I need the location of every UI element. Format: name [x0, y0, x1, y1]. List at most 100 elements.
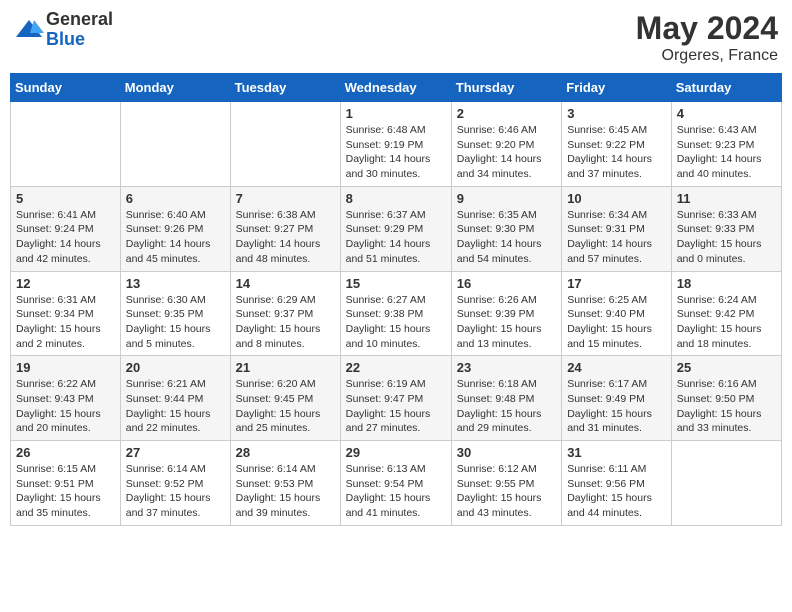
- calendar-cell: 18 Sunrise: 6:24 AM Sunset: 9:42 PM Dayli…: [671, 271, 781, 356]
- title-block: May 2024 Orgeres, France: [636, 10, 778, 65]
- calendar-cell: [230, 102, 340, 187]
- day-info: Sunrise: 6:25 AM Sunset: 9:40 PM Dayligh…: [567, 293, 666, 352]
- day-info: Sunrise: 6:18 AM Sunset: 9:48 PM Dayligh…: [457, 377, 556, 436]
- day-number: 23: [457, 360, 556, 375]
- calendar-cell: 26Sunrise: 6:15 AM Sunset: 9:51 PM Dayli…: [11, 441, 121, 526]
- calendar-cell: 10 Sunrise: 6:34 AM Sunset: 9:31 PM Dayli…: [562, 186, 672, 271]
- day-number: 7: [236, 191, 335, 206]
- calendar-cell: 20 Sunrise: 6:21 AM Sunset: 9:44 PM Dayli…: [120, 356, 230, 441]
- calendar-table: SundayMondayTuesdayWednesdayThursdayFrid…: [10, 73, 782, 526]
- calendar-cell: 4 Sunrise: 6:43 AM Sunset: 9:23 PM Daylig…: [671, 102, 781, 187]
- calendar-cell: 24Sunrise: 6:17 AM Sunset: 9:49 PM Dayli…: [562, 356, 672, 441]
- day-number: 5: [16, 191, 115, 206]
- day-number: 27: [126, 445, 225, 460]
- day-info: Sunrise: 6:19 AM Sunset: 9:47 PM Dayligh…: [346, 377, 446, 436]
- day-info: Sunrise: 6:30 AM Sunset: 9:35 PM Dayligh…: [126, 293, 225, 352]
- day-number: 24: [567, 360, 666, 375]
- day-info: Sunrise: 6:40 AM Sunset: 9:26 PM Dayligh…: [126, 208, 225, 267]
- day-info: Sunrise: 6:48 AM Sunset: 9:19 PM Dayligh…: [346, 123, 446, 182]
- day-info: Sunrise: 6:21 AM Sunset: 9:44 PM Dayligh…: [126, 377, 225, 436]
- calendar-cell: 23 Sunrise: 6:18 AM Sunset: 9:48 PM Dayli…: [451, 356, 561, 441]
- calendar-cell: 8 Sunrise: 6:37 AM Sunset: 9:29 PM Daylig…: [340, 186, 451, 271]
- calendar-cell: 2 Sunrise: 6:46 AM Sunset: 9:20 PM Daylig…: [451, 102, 561, 187]
- day-number: 21: [236, 360, 335, 375]
- day-number: 22: [346, 360, 446, 375]
- day-info: Sunrise: 6:29 AM Sunset: 9:37 PM Dayligh…: [236, 293, 335, 352]
- day-info: Sunrise: 6:37 AM Sunset: 9:29 PM Dayligh…: [346, 208, 446, 267]
- calendar-week-row: 12 Sunrise: 6:31 AM Sunset: 9:34 PM Dayli…: [11, 271, 782, 356]
- logo-general: General: [46, 10, 113, 30]
- logo-icon: [14, 15, 44, 45]
- day-number: 29: [346, 445, 446, 460]
- calendar-cell: 1 Sunrise: 6:48 AM Sunset: 9:19 PM Daylig…: [340, 102, 451, 187]
- day-number: 6: [126, 191, 225, 206]
- calendar-cell: 7Sunrise: 6:38 AM Sunset: 9:27 PM Daylig…: [230, 186, 340, 271]
- day-number: 31: [567, 445, 666, 460]
- calendar-cell: 15 Sunrise: 6:27 AM Sunset: 9:38 PM Dayli…: [340, 271, 451, 356]
- day-number: 19: [16, 360, 115, 375]
- calendar-cell: 16Sunrise: 6:26 AM Sunset: 9:39 PM Dayli…: [451, 271, 561, 356]
- day-info: Sunrise: 6:22 AM Sunset: 9:43 PM Dayligh…: [16, 377, 115, 436]
- day-number: 3: [567, 106, 666, 121]
- day-number: 28: [236, 445, 335, 460]
- calendar-cell: 25 Sunrise: 6:16 AM Sunset: 9:50 PM Dayli…: [671, 356, 781, 441]
- calendar-cell: 3Sunrise: 6:45 AM Sunset: 9:22 PM Daylig…: [562, 102, 672, 187]
- day-info: Sunrise: 6:13 AM Sunset: 9:54 PM Dayligh…: [346, 462, 446, 521]
- calendar-week-row: 5 Sunrise: 6:41 AM Sunset: 9:24 PM Daylig…: [11, 186, 782, 271]
- calendar-cell: 14 Sunrise: 6:29 AM Sunset: 9:37 PM Dayli…: [230, 271, 340, 356]
- day-info: Sunrise: 6:43 AM Sunset: 9:23 PM Dayligh…: [677, 123, 776, 182]
- day-number: 11: [677, 191, 776, 206]
- calendar-week-row: 19 Sunrise: 6:22 AM Sunset: 9:43 PM Dayli…: [11, 356, 782, 441]
- day-number: 1: [346, 106, 446, 121]
- day-number: 14: [236, 276, 335, 291]
- day-info: Sunrise: 6:31 AM Sunset: 9:34 PM Dayligh…: [16, 293, 115, 352]
- day-info: Sunrise: 6:27 AM Sunset: 9:38 PM Dayligh…: [346, 293, 446, 352]
- weekday-header: Thursday: [451, 74, 561, 102]
- day-number: 13: [126, 276, 225, 291]
- day-number: 15: [346, 276, 446, 291]
- day-info: Sunrise: 6:34 AM Sunset: 9:31 PM Dayligh…: [567, 208, 666, 267]
- day-number: 17: [567, 276, 666, 291]
- weekday-header: Sunday: [11, 74, 121, 102]
- day-info: Sunrise: 6:46 AM Sunset: 9:20 PM Dayligh…: [457, 123, 556, 182]
- calendar-cell: 22 Sunrise: 6:19 AM Sunset: 9:47 PM Dayli…: [340, 356, 451, 441]
- calendar-cell: 21Sunrise: 6:20 AM Sunset: 9:45 PM Dayli…: [230, 356, 340, 441]
- calendar-cell: 9 Sunrise: 6:35 AM Sunset: 9:30 PM Daylig…: [451, 186, 561, 271]
- day-info: Sunrise: 6:35 AM Sunset: 9:30 PM Dayligh…: [457, 208, 556, 267]
- day-number: 16: [457, 276, 556, 291]
- day-number: 18: [677, 276, 776, 291]
- calendar-cell: 31Sunrise: 6:11 AM Sunset: 9:56 PM Dayli…: [562, 441, 672, 526]
- weekday-header: Tuesday: [230, 74, 340, 102]
- calendar-cell: [11, 102, 121, 187]
- logo: General Blue: [14, 10, 113, 50]
- day-info: Sunrise: 6:41 AM Sunset: 9:24 PM Dayligh…: [16, 208, 115, 267]
- calendar-cell: 12 Sunrise: 6:31 AM Sunset: 9:34 PM Dayli…: [11, 271, 121, 356]
- day-number: 12: [16, 276, 115, 291]
- day-number: 8: [346, 191, 446, 206]
- day-number: 30: [457, 445, 556, 460]
- day-info: Sunrise: 6:12 AM Sunset: 9:55 PM Dayligh…: [457, 462, 556, 521]
- day-info: Sunrise: 6:15 AM Sunset: 9:51 PM Dayligh…: [16, 462, 115, 521]
- day-number: 10: [567, 191, 666, 206]
- logo-text: General Blue: [46, 10, 113, 50]
- day-info: Sunrise: 6:14 AM Sunset: 9:53 PM Dayligh…: [236, 462, 335, 521]
- calendar-cell: 27 Sunrise: 6:14 AM Sunset: 9:52 PM Dayli…: [120, 441, 230, 526]
- calendar-cell: 5 Sunrise: 6:41 AM Sunset: 9:24 PM Daylig…: [11, 186, 121, 271]
- day-number: 9: [457, 191, 556, 206]
- day-number: 20: [126, 360, 225, 375]
- day-number: 25: [677, 360, 776, 375]
- day-info: Sunrise: 6:24 AM Sunset: 9:42 PM Dayligh…: [677, 293, 776, 352]
- weekday-header: Wednesday: [340, 74, 451, 102]
- weekday-header-row: SundayMondayTuesdayWednesdayThursdayFrid…: [11, 74, 782, 102]
- day-number: 2: [457, 106, 556, 121]
- calendar-cell: 28 Sunrise: 6:14 AM Sunset: 9:53 PM Dayli…: [230, 441, 340, 526]
- calendar-cell: [120, 102, 230, 187]
- day-info: Sunrise: 6:14 AM Sunset: 9:52 PM Dayligh…: [126, 462, 225, 521]
- day-info: Sunrise: 6:16 AM Sunset: 9:50 PM Dayligh…: [677, 377, 776, 436]
- day-number: 4: [677, 106, 776, 121]
- calendar-week-row: 26Sunrise: 6:15 AM Sunset: 9:51 PM Dayli…: [11, 441, 782, 526]
- month-year: May 2024: [636, 10, 778, 47]
- page-header: General Blue May 2024 Orgeres, France: [10, 10, 782, 65]
- calendar-cell: 11Sunrise: 6:33 AM Sunset: 9:33 PM Dayli…: [671, 186, 781, 271]
- calendar-week-row: 1 Sunrise: 6:48 AM Sunset: 9:19 PM Daylig…: [11, 102, 782, 187]
